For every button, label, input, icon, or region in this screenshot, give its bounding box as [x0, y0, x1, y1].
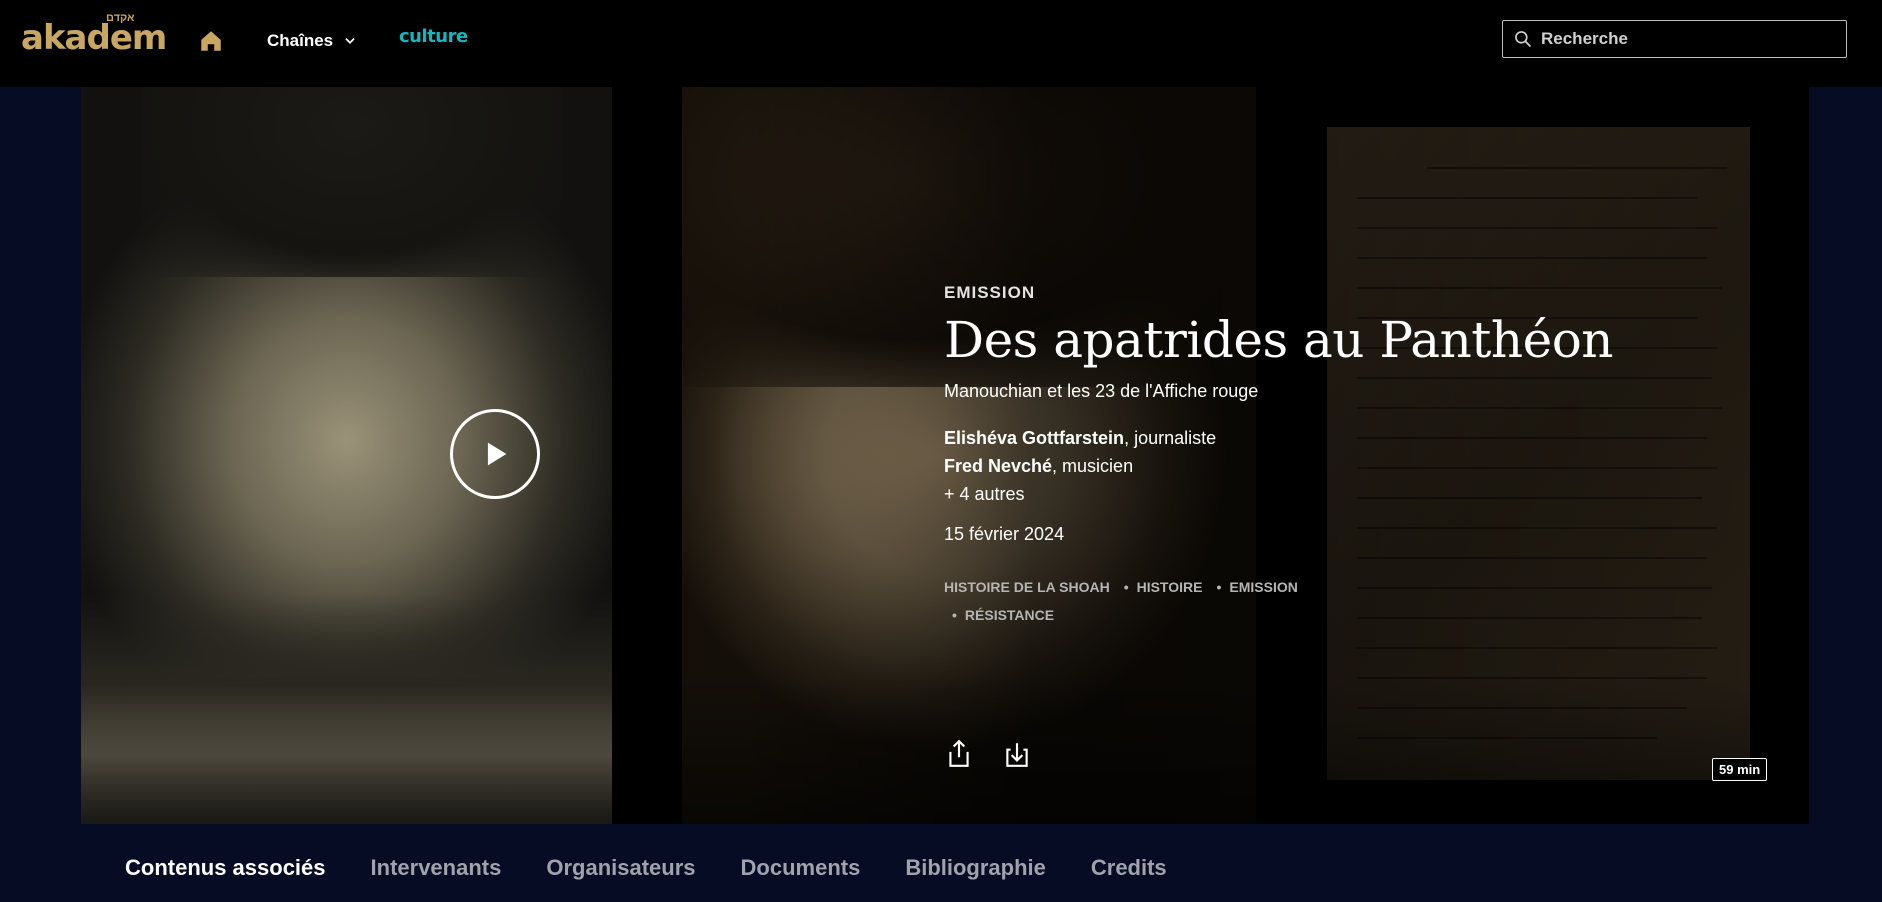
- speaker-name: Elishéva Gottfarstein: [944, 428, 1125, 448]
- culture-link[interactable]: culture: [399, 26, 468, 47]
- tab-contenus-associes[interactable]: Contenus associés: [125, 855, 326, 881]
- more-speakers-link[interactable]: + 4 autres: [944, 480, 1544, 508]
- duration-badge: 59 min: [1712, 758, 1768, 781]
- logo-text: akadem: [21, 18, 167, 58]
- episode-date: 15 février 2024: [944, 524, 1065, 544]
- speaker-list: Elishéva Gottfarstein, journaliste Fred …: [944, 424, 1544, 508]
- speaker-name: Fred Nevché: [944, 456, 1053, 476]
- tag-list: HISTOIRE DE LA SHOAH • HISTOIRE • EMISSION • R…: [944, 573, 1364, 629]
- tab-bibliographie[interactable]: Bibliographie: [905, 855, 1046, 881]
- speaker-item[interactable]: Elishéva Gottfarstein, journaliste: [944, 424, 1544, 452]
- search-input[interactable]: [1541, 29, 1831, 49]
- tag-link[interactable]: RÉSISTANCE: [965, 601, 1054, 629]
- page-title: Des apatrides au Panthéon: [944, 311, 1614, 369]
- top-bar: akadem אקדם Chaînes culture: [0, 0, 1882, 87]
- speaker-role: , journaliste: [1124, 428, 1217, 448]
- home-icon[interactable]: [198, 28, 224, 54]
- content-tabs: Contenus associés Intervenants Organisat…: [125, 855, 1167, 881]
- play-button[interactable]: [450, 409, 540, 499]
- speaker-item[interactable]: Fred Nevché, musicien: [944, 452, 1544, 480]
- channels-label: Chaînes: [267, 31, 334, 50]
- tag-link[interactable]: EMISSION: [1229, 573, 1297, 601]
- tab-organisateurs[interactable]: Organisateurs: [546, 855, 695, 881]
- tag-link[interactable]: HISTOIRE: [1137, 573, 1203, 601]
- tag-link[interactable]: HISTOIRE DE LA SHOAH: [944, 573, 1110, 601]
- logo-hebrew: אקדם: [106, 12, 135, 24]
- channels-menu[interactable]: Chaînes: [267, 28, 357, 54]
- tab-credits[interactable]: Credits: [1091, 855, 1167, 881]
- action-bar: [946, 739, 1030, 769]
- akadem-logo[interactable]: akadem אקדם: [21, 12, 167, 58]
- episode-subtitle: Manouchian et les 23 de l'Affiche rouge: [944, 381, 1259, 401]
- share-icon[interactable]: [946, 739, 972, 769]
- category-label: EMISSION: [944, 283, 1036, 302]
- speaker-role: , musicien: [1052, 456, 1134, 476]
- download-icon[interactable]: [1004, 739, 1030, 769]
- play-icon: [487, 442, 507, 466]
- chevron-down-icon: [345, 38, 355, 44]
- search-box[interactable]: [1502, 20, 1847, 58]
- search-icon: [1515, 31, 1532, 48]
- tab-intervenants[interactable]: Intervenants: [371, 855, 502, 881]
- tab-documents[interactable]: Documents: [741, 855, 861, 881]
- episode-info: EMISSION Des apatrides au Panthéon Manou…: [944, 283, 1614, 629]
